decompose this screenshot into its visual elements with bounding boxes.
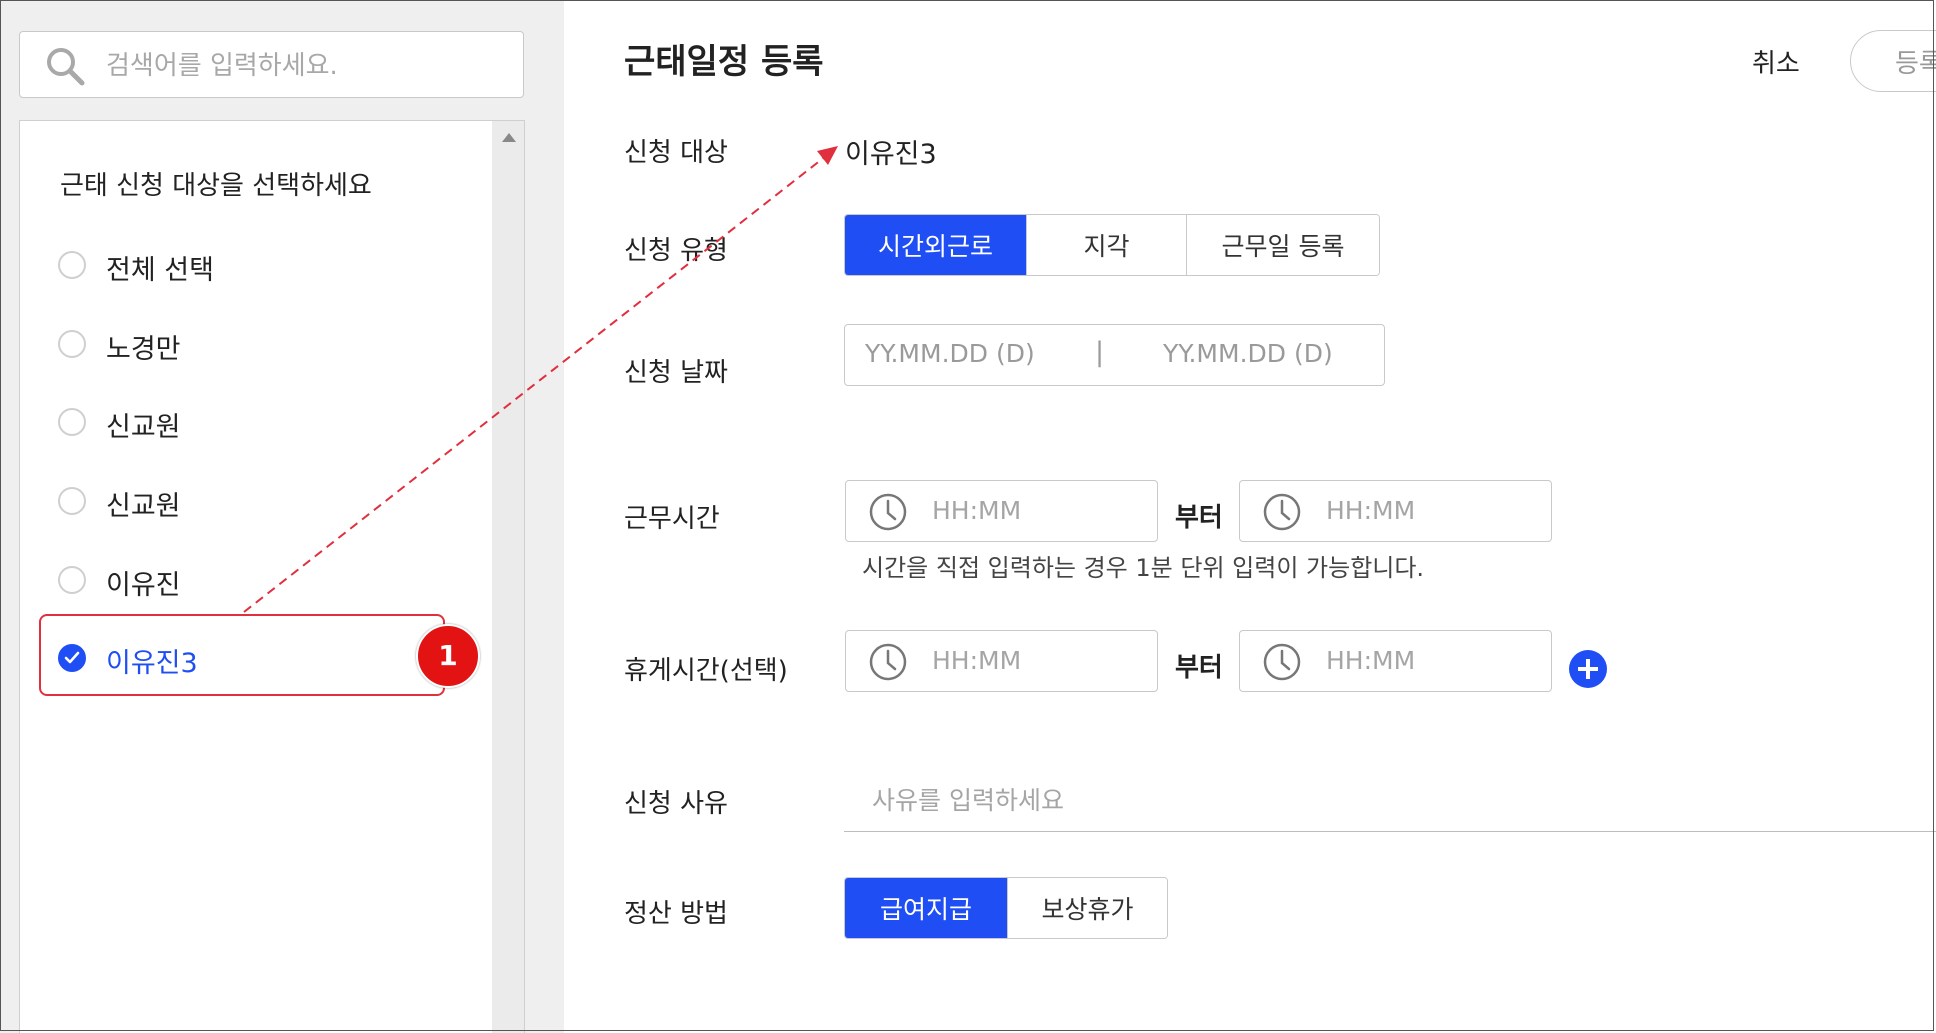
request-type-selector[interactable]: 시간외근로 지각 근무일 등록 bbox=[844, 214, 1380, 276]
list-item-label: 전체 선택 bbox=[106, 255, 214, 286]
reason-label: 신청 사유 bbox=[624, 789, 728, 819]
search-icon bbox=[47, 48, 85, 86]
time-placeholder: HH:MM bbox=[1326, 646, 1416, 675]
work-start-time-input[interactable]: HH:MM bbox=[845, 480, 1158, 542]
radio-button[interactable] bbox=[58, 251, 86, 279]
radio-button[interactable] bbox=[58, 487, 86, 515]
list-item[interactable]: 이유진 bbox=[58, 554, 478, 604]
time-placeholder: HH:MM bbox=[932, 646, 1022, 675]
from-label: 부터 bbox=[1175, 653, 1223, 683]
list-item-select-all[interactable]: 전체 선택 bbox=[58, 239, 478, 289]
checked-radio-icon[interactable] bbox=[58, 644, 86, 672]
radio-button[interactable] bbox=[58, 566, 86, 594]
annotation-step-badge: 1 bbox=[416, 624, 480, 688]
option-compensatory-leave[interactable]: 보상휴가 bbox=[1006, 878, 1167, 938]
clock-icon bbox=[869, 493, 907, 531]
list-item-label: 신교원 bbox=[106, 412, 181, 443]
target-list-panel: 근태 신청 대상을 선택하세요 전체 선택 노경만 신교원 신교원 이유진 이유… bbox=[19, 120, 525, 1033]
option-salary-payment[interactable]: 급여지급 bbox=[845, 878, 1007, 938]
request-type-label: 신청 유형 bbox=[624, 236, 728, 266]
time-input-hint: 시간을 직접 입력하는 경우 1분 단위 입력이 가능합니다. bbox=[862, 554, 1425, 582]
clock-icon bbox=[1263, 493, 1301, 531]
settlement-method-selector[interactable]: 급여지급 보상휴가 bbox=[844, 877, 1168, 939]
list-item-label: 노경만 bbox=[106, 334, 181, 365]
option-workday-register[interactable]: 근무일 등록 bbox=[1186, 215, 1379, 275]
time-placeholder: HH:MM bbox=[1326, 496, 1416, 525]
page-title: 근태일정 등록 bbox=[624, 42, 824, 82]
search-input[interactable] bbox=[104, 46, 508, 86]
list-item[interactable]: 노경만 bbox=[58, 318, 478, 368]
option-late[interactable]: 지각 bbox=[1026, 215, 1186, 275]
end-date-field[interactable]: YY.MM.DD (D) bbox=[1163, 339, 1333, 368]
list-item-label: 이유진3 bbox=[106, 648, 198, 679]
radio-button[interactable] bbox=[58, 408, 86, 436]
time-placeholder: HH:MM bbox=[932, 496, 1022, 525]
start-date-field[interactable]: YY.MM.DD (D) bbox=[865, 339, 1035, 368]
clock-icon bbox=[869, 643, 907, 681]
target-label: 신청 대상 bbox=[624, 138, 728, 168]
list-title: 근태 신청 대상을 선택하세요 bbox=[60, 171, 372, 201]
break-time-label: 휴게시간(선택) bbox=[624, 656, 788, 686]
settlement-label: 정산 방법 bbox=[624, 899, 728, 929]
work-end-time-input[interactable]: HH:MM bbox=[1239, 480, 1552, 542]
cancel-button[interactable]: 취소 bbox=[1746, 42, 1806, 81]
target-value: 이유진3 bbox=[845, 139, 937, 170]
list-item-label: 이유진 bbox=[106, 570, 181, 601]
add-break-time-icon[interactable] bbox=[1569, 650, 1607, 688]
date-separator: | bbox=[1095, 337, 1105, 368]
date-range-input[interactable]: YY.MM.DD (D) | YY.MM.DD (D) bbox=[844, 324, 1385, 386]
register-button[interactable]: 등록 bbox=[1850, 30, 1936, 92]
list-item[interactable]: 신교원 bbox=[58, 396, 478, 446]
list-item[interactable]: 신교원 bbox=[58, 475, 478, 525]
list-item-label: 신교원 bbox=[106, 491, 181, 522]
from-label: 부터 bbox=[1175, 503, 1223, 533]
scroll-up-arrow-icon[interactable] bbox=[502, 133, 516, 142]
break-end-time-input[interactable]: HH:MM bbox=[1239, 630, 1552, 692]
break-start-time-input[interactable]: HH:MM bbox=[845, 630, 1158, 692]
clock-icon bbox=[1263, 643, 1301, 681]
work-time-label: 근무시간 bbox=[624, 504, 720, 534]
list-item-selected[interactable]: 이유진3 bbox=[58, 632, 478, 682]
reason-input[interactable] bbox=[844, 770, 1936, 832]
radio-button[interactable] bbox=[58, 330, 86, 358]
scrollbar[interactable] bbox=[492, 121, 524, 1033]
option-overtime[interactable]: 시간외근로 bbox=[845, 215, 1026, 275]
request-date-label: 신청 날짜 bbox=[624, 358, 728, 388]
search-box[interactable] bbox=[19, 31, 524, 98]
